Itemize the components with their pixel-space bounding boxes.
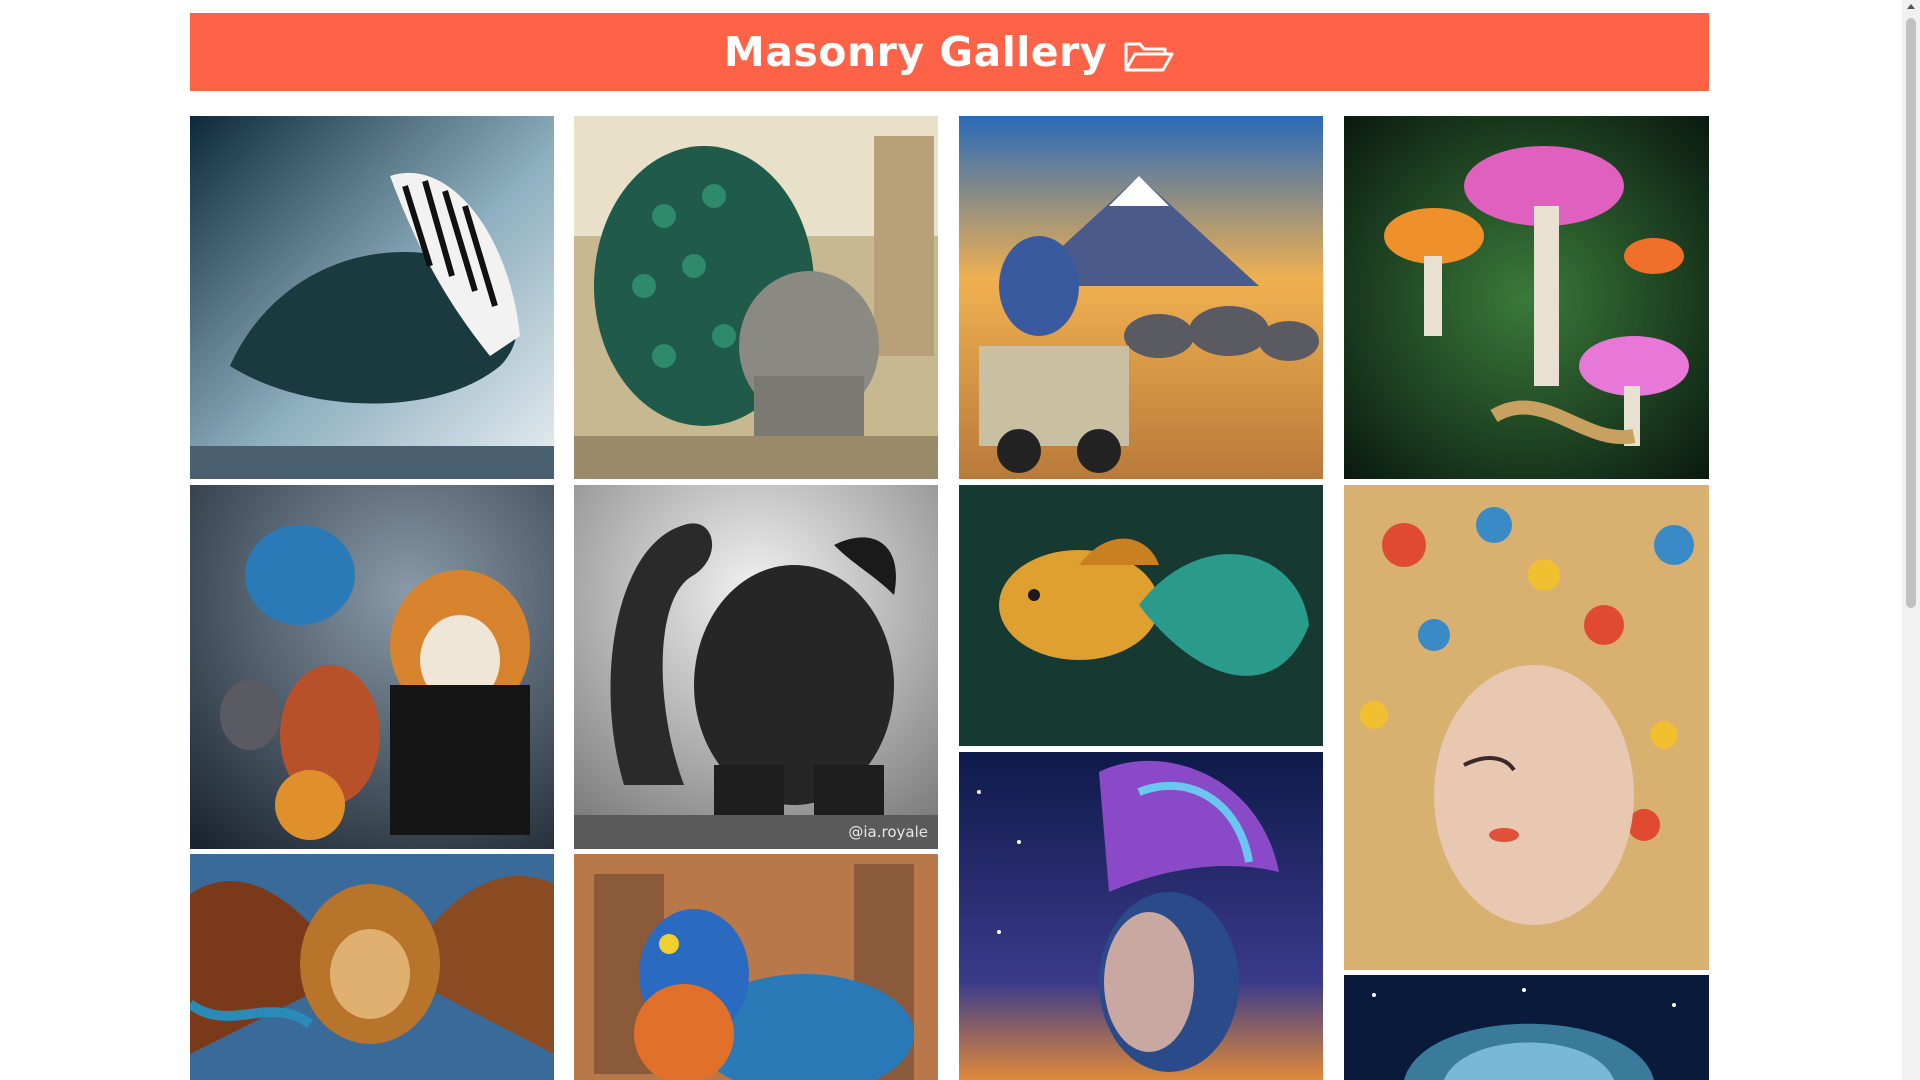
gallery-image-cosmic-woman[interactable]: [959, 752, 1323, 1080]
gallery-image-winged-lion[interactable]: [190, 854, 554, 1080]
vertical-scrollbar[interactable]: [1902, 0, 1920, 1080]
gallery-image-scorpion-beast[interactable]: @ia.royale: [574, 485, 938, 849]
open-folder-icon: [1123, 36, 1175, 72]
gallery-image-flower-face[interactable]: [1344, 485, 1709, 970]
gallery-page: Masonry Gallery @ia.royale: [0, 0, 1920, 1080]
gallery-image-peacock-elephant[interactable]: [574, 116, 938, 479]
gallery-image-parrot-turtle[interactable]: [574, 854, 938, 1080]
gallery-image-zebra-crocodile[interactable]: [190, 116, 554, 479]
scrollbar-thumb[interactable]: [1906, 18, 1916, 608]
page-header: Masonry Gallery: [190, 13, 1709, 91]
page-title: Masonry Gallery: [723, 28, 1108, 76]
gallery-image-crystal-dome[interactable]: [1344, 975, 1709, 1080]
gallery-image-golden-fish[interactable]: [959, 485, 1323, 746]
gallery-image-safari[interactable]: [959, 116, 1323, 479]
gallery-image-mushroom-forest[interactable]: [1344, 116, 1709, 479]
scroll-up-arrow-icon[interactable]: [1907, 4, 1915, 9]
watermark-text: @ia.royale: [848, 823, 928, 841]
gallery-image-tiger-cats[interactable]: [190, 485, 554, 849]
